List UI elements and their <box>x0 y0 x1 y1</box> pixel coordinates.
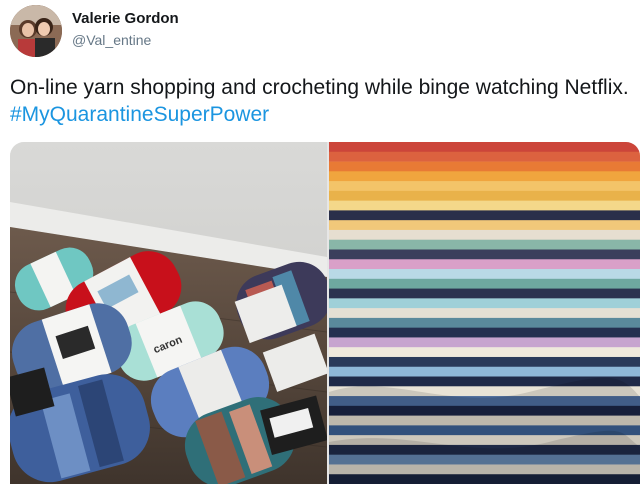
tweet-media[interactable]: caron <box>10 142 640 484</box>
tweet-text: On-line yarn shopping and crocheting whi… <box>10 74 630 128</box>
author-block: Valerie Gordon @Val_entine <box>72 10 179 49</box>
yarn-skeins-photo[interactable]: caron <box>10 142 327 484</box>
striped-crochet-blanket-photo[interactable] <box>329 142 640 484</box>
author-handle[interactable]: @Val_entine <box>72 31 179 49</box>
tweet-body-text: On-line yarn shopping and crocheting whi… <box>10 76 629 99</box>
hashtag-link[interactable]: #MyQuarantineSuperPower <box>10 103 269 126</box>
avatar[interactable] <box>10 5 62 57</box>
tweet-card: Valerie Gordon @Val_entine On-line yarn … <box>0 0 640 484</box>
author-display-name[interactable]: Valerie Gordon <box>72 10 179 28</box>
